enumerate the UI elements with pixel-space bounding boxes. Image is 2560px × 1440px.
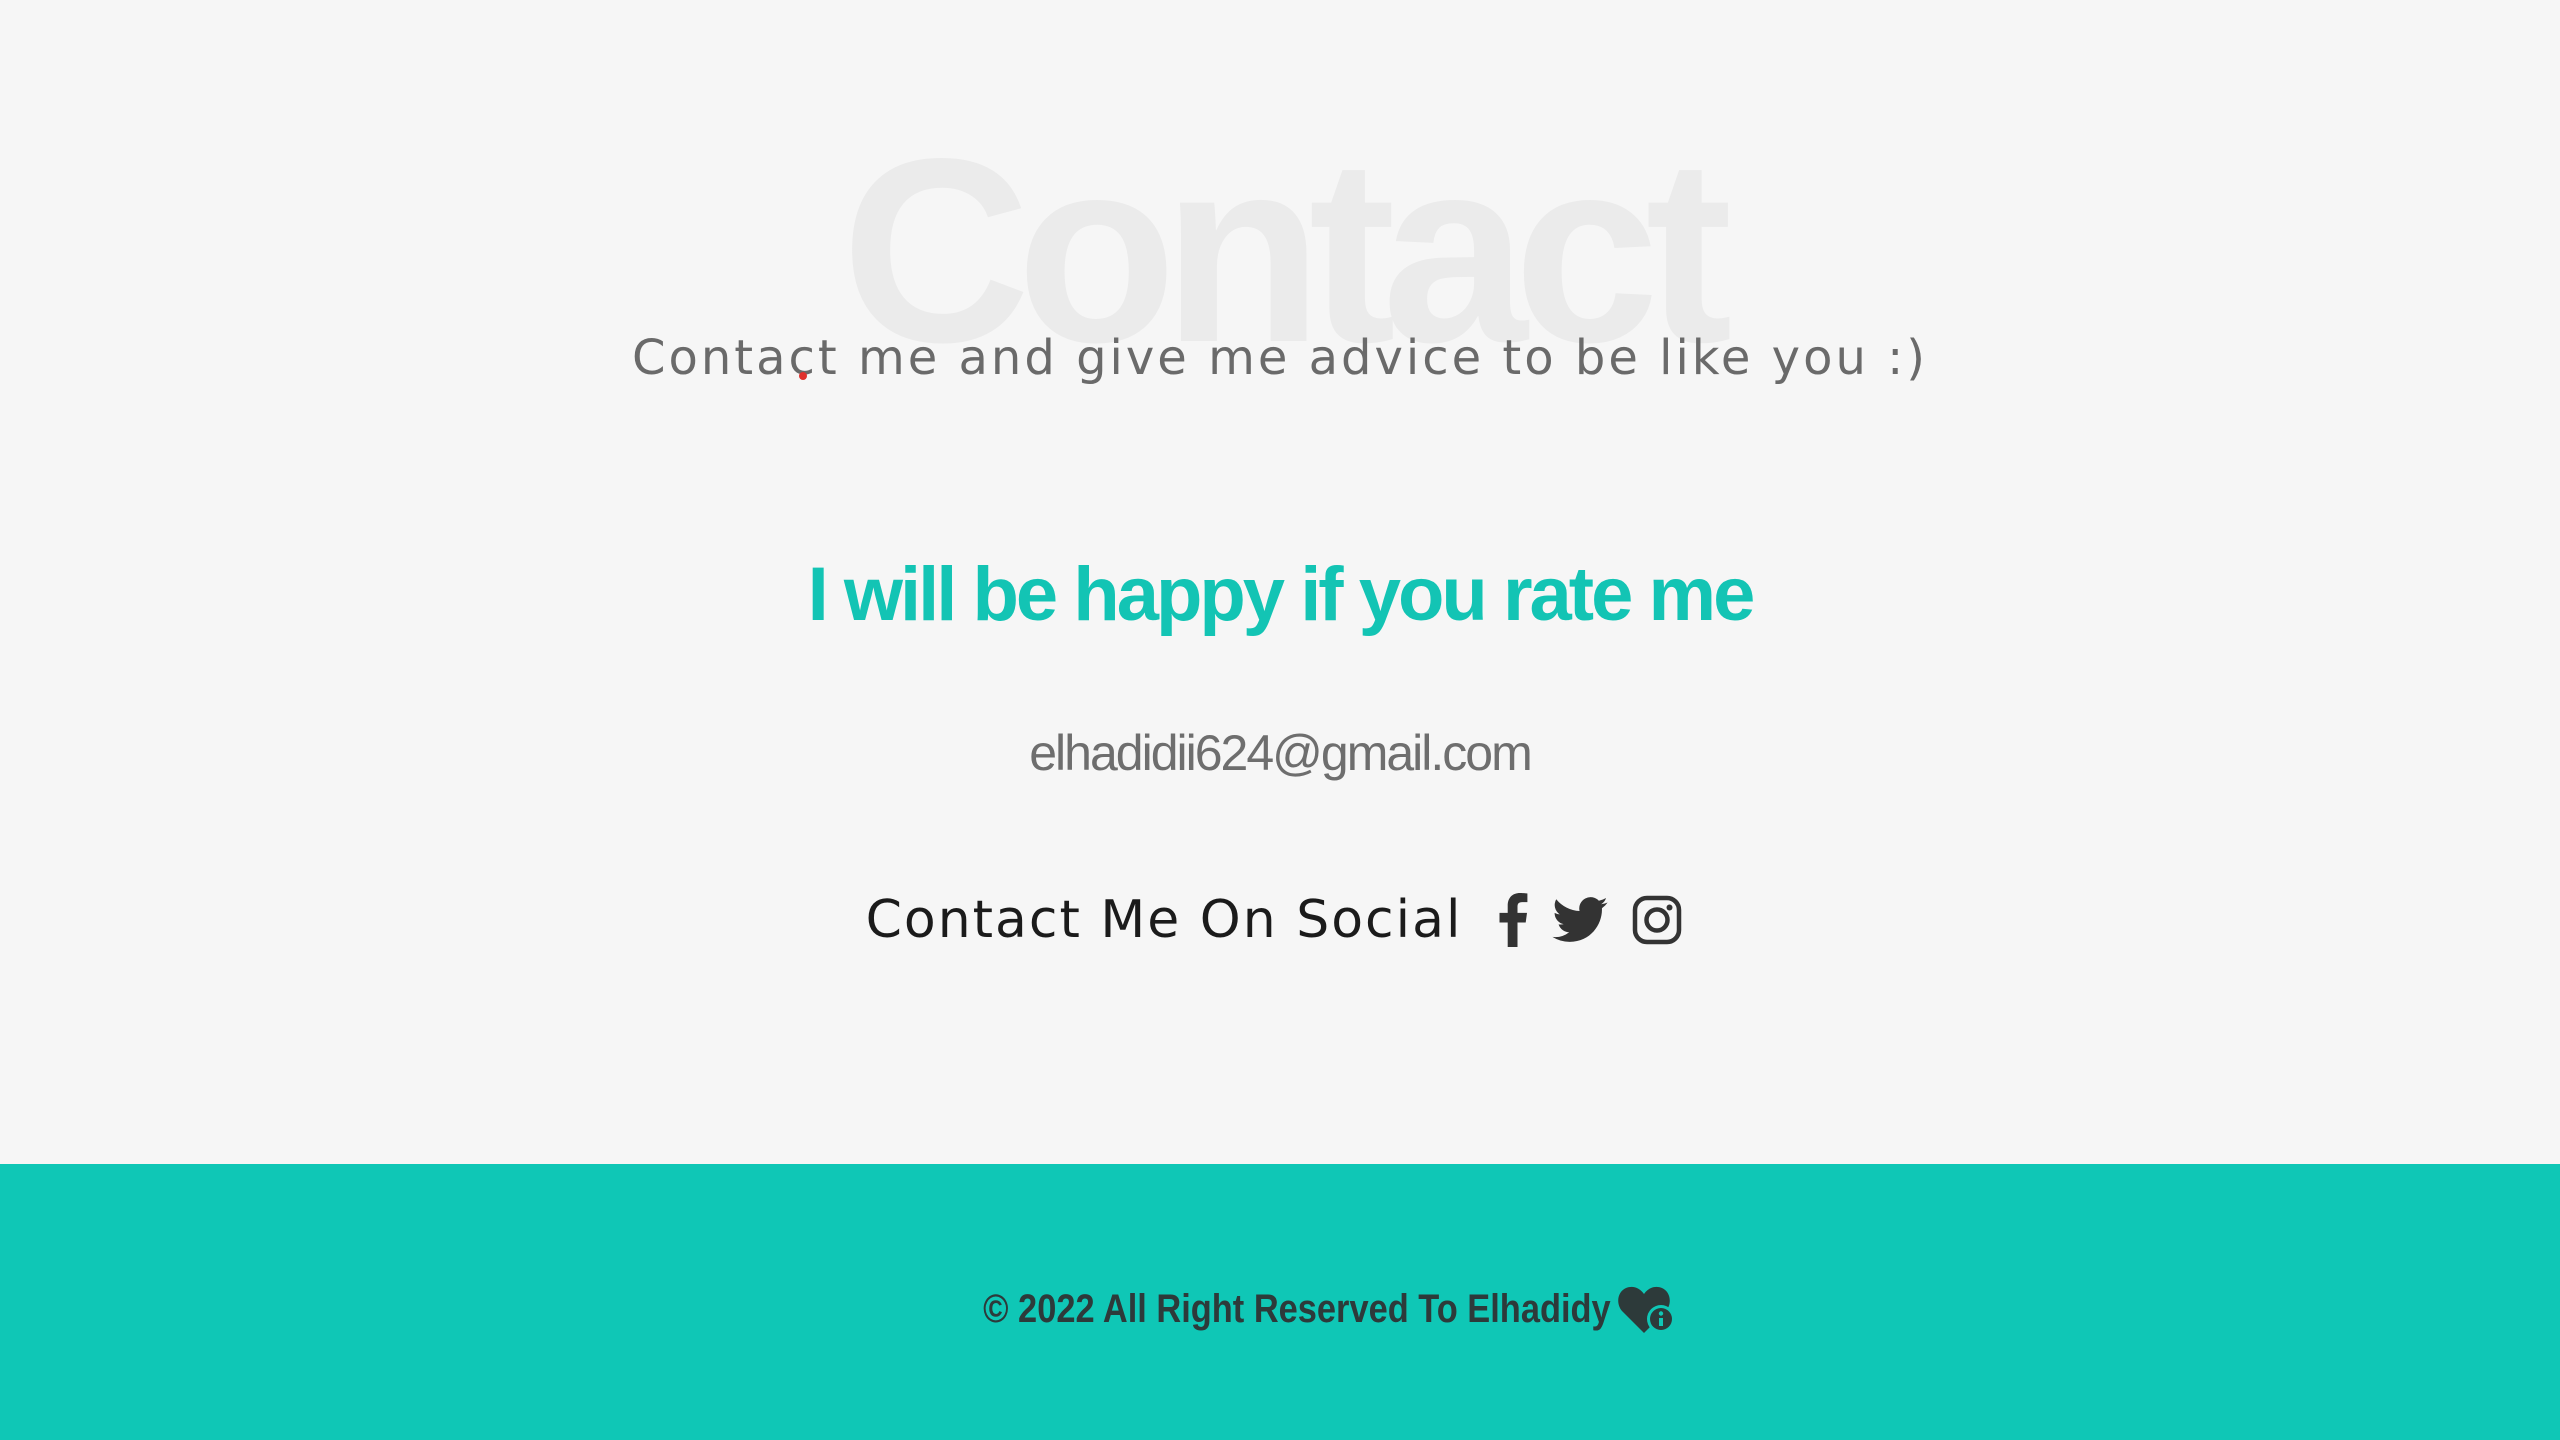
- rate-heading: I will be happy if you rate me: [807, 552, 1756, 637]
- mouse-cursor-dot: [799, 372, 807, 380]
- social-row: Contact Me On Social: [0, 884, 2560, 956]
- social-label: Contact Me On Social: [865, 890, 1463, 950]
- facebook-icon-glyph: [1499, 893, 1528, 947]
- facebook-icon[interactable]: [1498, 884, 1528, 956]
- twitter-icon[interactable]: [1552, 884, 1609, 956]
- heart-icon: [1617, 1281, 1679, 1337]
- footer-copyright-text: © 2022 All Right Reserved To Elhadidy: [983, 1287, 1611, 1331]
- heart-icon-glyph: [1618, 1286, 1675, 1333]
- email-link[interactable]: elhadidii624@gmail.com: [0, 722, 2560, 784]
- contact-subtitle: Contact me and give me advice to be like…: [631, 330, 1929, 386]
- footer-copyright-row: © 2022 All Right Reserved To Elhadidy: [0, 1274, 2560, 1344]
- contact-section: Contact Contact me and give me advice to…: [0, 0, 2560, 1164]
- instagram-icon-glyph: [1633, 895, 1682, 945]
- twitter-icon-glyph: [1552, 897, 1609, 942]
- instagram-icon[interactable]: [1632, 884, 1682, 956]
